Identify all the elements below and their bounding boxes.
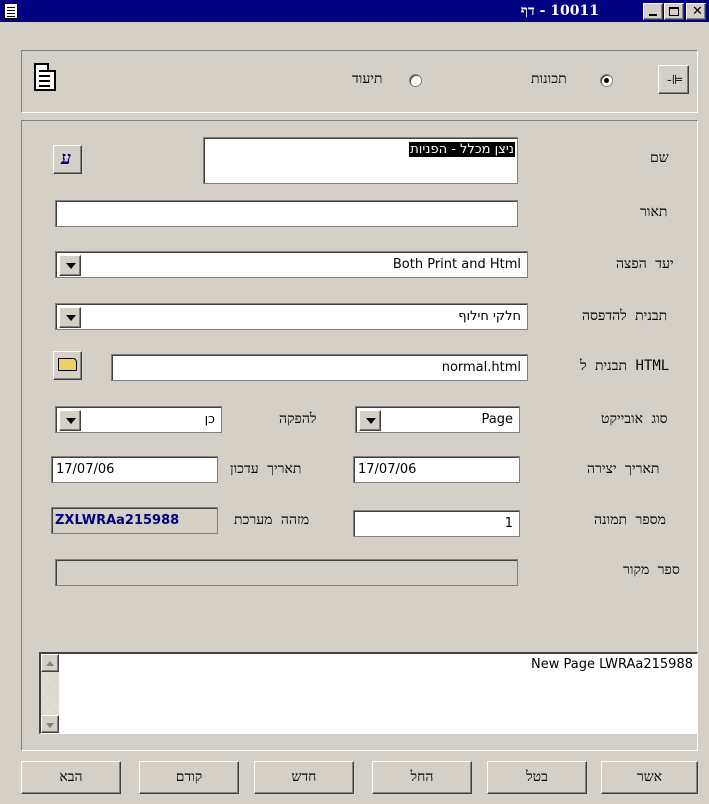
creation-date-value: 17/07/06 <box>358 462 417 477</box>
maximize-icon <box>669 7 679 16</box>
object-type-select[interactable]: Page <box>355 406 520 433</box>
object-type-label: סוג אובייקט <box>601 411 668 427</box>
documentation-radio[interactable] <box>409 74 422 87</box>
scroll-down-button[interactable] <box>41 715 59 733</box>
apply-button[interactable]: החל <box>372 761 472 794</box>
notes-textarea[interactable]: New Page LWRAa215988 <box>39 652 698 734</box>
minimize-button[interactable] <box>643 3 663 20</box>
chevron-down-icon[interactable] <box>359 410 381 431</box>
print-template-label: תבנית להדפסה <box>582 308 668 324</box>
title-bar: 10011 - דף ✕ <box>0 0 709 22</box>
browse-folder-button[interactable] <box>53 351 82 380</box>
distribution-target-value: Both Print and Html <box>392 257 521 272</box>
window-title: 10011 - דף <box>520 3 599 19</box>
html-template-value: normal.html <box>441 360 521 375</box>
name-label: שם <box>650 150 669 166</box>
print-template-select[interactable]: חלקי חילוף <box>55 303 528 330</box>
creation-date-label: תאריך יצירה <box>587 461 660 477</box>
image-number-field[interactable]: 1 <box>353 510 520 537</box>
close-button[interactable]: ✕ <box>686 3 706 20</box>
cancel-button[interactable]: בטל <box>487 761 587 794</box>
new-button[interactable]: חדש <box>254 761 354 794</box>
update-date-label: תאריך עדכון <box>230 461 302 477</box>
distribution-target-label: יעד הפצה <box>616 256 674 272</box>
documentation-radio-label[interactable]: תיעוד <box>352 71 382 88</box>
pin-button[interactable]: -⊫ <box>658 65 689 94</box>
system-id-label: מזהה מערכת <box>234 512 310 528</box>
system-id-field: ZXLWRAa215988 <box>51 507 218 534</box>
system-id-value: ZXLWRAa215988 <box>55 513 180 528</box>
html-template-label: תבנית ל HTML <box>580 358 670 374</box>
image-number-value: 1 <box>504 516 513 531</box>
distribution-target-select[interactable]: Both Print and Html <box>55 251 528 278</box>
previous-button[interactable]: קודם <box>139 761 239 794</box>
spell-check-icon: ע <box>61 148 72 169</box>
image-number-label: מספר תמונה <box>594 512 666 528</box>
page-icon <box>34 63 56 91</box>
minimize-icon <box>649 14 657 16</box>
chevron-down-icon[interactable] <box>59 307 81 328</box>
chevron-down-icon[interactable] <box>59 410 81 431</box>
production-label: להפקה <box>279 411 317 427</box>
production-value: כן <box>204 412 215 427</box>
next-button[interactable]: הבא <box>21 761 121 794</box>
name-value: ניצן מכלל - הפניות <box>409 142 515 157</box>
description-label: תאור <box>640 204 668 220</box>
object-type-value: Page <box>481 412 513 427</box>
update-date-field[interactable]: 17/07/06 <box>51 456 218 483</box>
update-date-value: 17/07/06 <box>56 462 115 477</box>
source-book-field <box>55 559 518 586</box>
confirm-button[interactable]: אשר <box>601 761 698 794</box>
document-icon <box>4 3 18 19</box>
header-panel: תיעוד תכונות -⊫ <box>21 50 698 113</box>
chevron-up-icon <box>46 661 54 666</box>
spell-check-button[interactable]: ע <box>53 145 82 174</box>
name-field[interactable]: ניצן מכלל - הפניות <box>203 137 518 184</box>
properties-radio-label[interactable]: תכונות <box>531 71 567 88</box>
chevron-down-icon <box>46 723 54 728</box>
source-book-label: ספר מקור <box>623 562 680 578</box>
maximize-button[interactable] <box>664 3 684 20</box>
scroll-up-button[interactable] <box>41 654 59 672</box>
production-select[interactable]: כן <box>55 406 222 433</box>
description-field[interactable] <box>55 200 518 227</box>
print-template-value: חלקי חילוף <box>458 309 521 324</box>
creation-date-field[interactable]: 17/07/06 <box>353 456 520 483</box>
chevron-down-icon[interactable] <box>59 255 81 276</box>
pin-icon: -⊫ <box>667 73 684 88</box>
notes-text: New Page LWRAa215988 <box>531 657 693 672</box>
html-template-field[interactable]: normal.html <box>111 354 528 381</box>
properties-radio[interactable] <box>600 74 613 87</box>
folder-open-icon <box>58 358 77 371</box>
close-icon: ✕ <box>692 4 703 19</box>
vertical-scrollbar[interactable] <box>41 654 59 733</box>
